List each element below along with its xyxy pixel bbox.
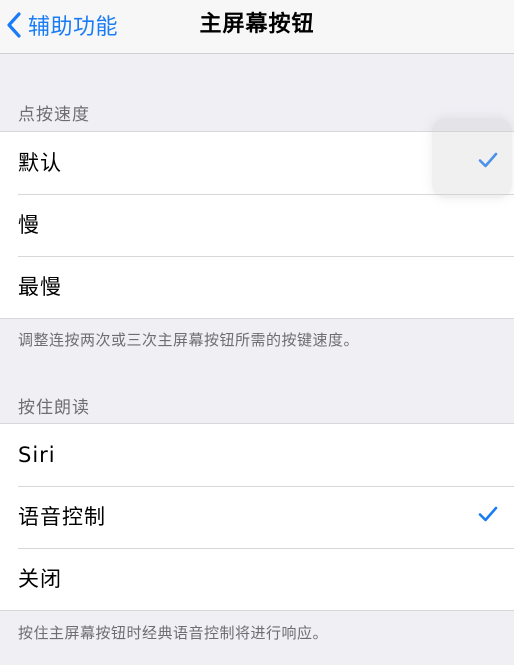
option-label: 最慢	[18, 275, 62, 299]
checkmark-icon	[478, 506, 498, 522]
option-label: 关闭	[18, 567, 62, 591]
option-label: 语音控制	[18, 505, 106, 529]
page-title: 主屏幕按钮	[199, 12, 315, 37]
option-row-off[interactable]: 关闭	[0, 548, 514, 610]
option-row-slowest[interactable]: 最慢	[0, 256, 514, 318]
option-row-slow[interactable]: 慢	[0, 194, 514, 256]
navigation-bar: 辅助功能 主屏幕按钮	[0, 0, 514, 54]
section-footer-press-and-hold: 按住主屏幕按钮时经典语音控制将进行响应。	[18, 624, 329, 642]
press-and-hold-group: Siri 语音控制 关闭	[0, 423, 514, 611]
option-row-siri[interactable]: Siri	[0, 424, 514, 486]
section-footer-click-speed: 调整连按两次或三次主屏幕按钮所需的按键速度。	[18, 331, 360, 349]
option-label: 默认	[18, 151, 62, 175]
section-header-press-and-hold: 按住朗读	[18, 398, 90, 418]
assistive-touch-button[interactable]	[432, 118, 512, 198]
option-row-voice-control[interactable]: 语音控制	[0, 486, 514, 548]
option-label: 慢	[18, 213, 40, 237]
option-label: Siri	[18, 443, 56, 467]
section-header-click-speed: 点按速度	[18, 105, 90, 125]
